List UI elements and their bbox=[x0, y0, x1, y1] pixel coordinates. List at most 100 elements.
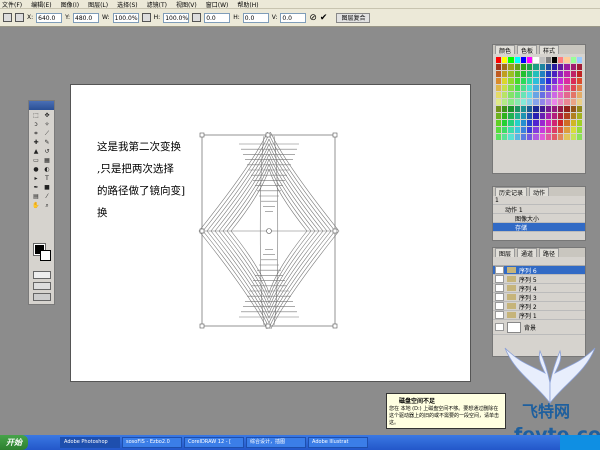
menu-edit[interactable]: 编辑(E) bbox=[31, 0, 51, 9]
color-swatch[interactable] bbox=[502, 113, 508, 119]
color-swatch[interactable] bbox=[570, 113, 576, 119]
color-swatch[interactable] bbox=[551, 113, 558, 119]
color-swatch[interactable] bbox=[576, 57, 582, 63]
reference-point[interactable] bbox=[266, 228, 272, 234]
color-swatch[interactable] bbox=[508, 127, 514, 133]
color-swatch[interactable] bbox=[533, 57, 539, 63]
color-swatch[interactable] bbox=[514, 85, 520, 91]
color-swatch[interactable] bbox=[545, 92, 551, 98]
color-swatch[interactable] bbox=[508, 71, 514, 77]
color-swatch[interactable] bbox=[502, 92, 508, 98]
color-swatch[interactable] bbox=[576, 120, 582, 126]
color-swatch[interactable] bbox=[520, 85, 527, 91]
notes-tool-icon[interactable]: ▤ bbox=[31, 193, 41, 201]
color-swatch[interactable] bbox=[520, 120, 527, 126]
color-swatch[interactable] bbox=[558, 78, 564, 84]
transform-path-artwork[interactable] bbox=[197, 132, 342, 329]
color-swatch[interactable] bbox=[576, 113, 582, 119]
color-swatch[interactable] bbox=[551, 106, 558, 112]
taskbar-item[interactable]: CorelDRAW 12 - [ bbox=[184, 437, 244, 448]
color-swatch[interactable] bbox=[545, 85, 551, 91]
color-swatch[interactable] bbox=[533, 71, 539, 77]
color-swatch[interactable] bbox=[502, 106, 508, 112]
color-swatch[interactable] bbox=[545, 64, 551, 70]
color-swatch[interactable] bbox=[520, 78, 527, 84]
layer-row[interactable]: 序列 3 bbox=[493, 293, 585, 302]
color-swatch[interactable] bbox=[564, 134, 570, 140]
tab-color[interactable]: 颜色 bbox=[495, 45, 516, 55]
color-swatch[interactable] bbox=[564, 120, 570, 126]
eraser-tool-icon[interactable]: ▭ bbox=[31, 157, 41, 165]
color-swatch[interactable] bbox=[558, 106, 564, 112]
color-swatch[interactable] bbox=[508, 57, 514, 63]
action-step-row[interactable]: 存储 bbox=[493, 223, 585, 232]
transform-handle[interactable] bbox=[265, 323, 271, 329]
color-swatch[interactable] bbox=[564, 92, 570, 98]
color-swatch[interactable] bbox=[527, 78, 533, 84]
color-swatch[interactable] bbox=[570, 92, 576, 98]
color-swatch[interactable] bbox=[551, 134, 558, 140]
color-swatch[interactable] bbox=[564, 78, 570, 84]
disk-space-balloon[interactable]: 磁盘空间不足 您在 本地 (D:) 上磁盘空间不够。要想通过删除在这个驱动器上的… bbox=[386, 393, 506, 429]
color-swatch[interactable] bbox=[502, 64, 508, 70]
color-swatch[interactable] bbox=[570, 64, 576, 70]
color-swatch[interactable] bbox=[508, 106, 514, 112]
color-swatch[interactable] bbox=[514, 57, 520, 63]
jump-to-imageready-icon[interactable] bbox=[33, 293, 51, 301]
transform-handle[interactable] bbox=[199, 323, 205, 329]
menu-help[interactable]: 帮助(H) bbox=[237, 0, 258, 9]
background-layer-row[interactable]: 背景 bbox=[493, 320, 585, 335]
color-swatch[interactable] bbox=[576, 127, 582, 133]
color-swatch[interactable] bbox=[576, 92, 582, 98]
color-swatch[interactable] bbox=[533, 64, 539, 70]
color-swatch[interactable] bbox=[514, 120, 520, 126]
color-swatch[interactable] bbox=[496, 57, 502, 63]
color-swatch[interactable] bbox=[496, 134, 502, 140]
color-swatch[interactable] bbox=[570, 120, 576, 126]
color-swatch[interactable] bbox=[514, 134, 520, 140]
color-swatch[interactable] bbox=[558, 92, 564, 98]
blur-tool-icon[interactable]: ● bbox=[31, 166, 41, 174]
color-swatch[interactable] bbox=[564, 85, 570, 91]
visibility-icon[interactable] bbox=[495, 293, 504, 301]
color-swatch[interactable] bbox=[527, 106, 533, 112]
transform-handle[interactable] bbox=[199, 228, 205, 234]
color-swatch[interactable] bbox=[539, 92, 545, 98]
color-swatch[interactable] bbox=[539, 113, 545, 119]
color-swatch[interactable] bbox=[496, 99, 502, 105]
color-swatch[interactable] bbox=[514, 106, 520, 112]
history-brush-icon[interactable]: ↺ bbox=[42, 148, 52, 156]
color-swatch[interactable] bbox=[527, 99, 533, 105]
quick-mask-icon[interactable] bbox=[33, 271, 51, 279]
color-swatch[interactable] bbox=[496, 92, 502, 98]
color-swatch[interactable] bbox=[527, 127, 533, 133]
hand-tool-icon[interactable]: ✋ bbox=[31, 202, 41, 210]
color-swatch[interactable] bbox=[527, 134, 533, 140]
color-swatch[interactable] bbox=[576, 106, 582, 112]
tab-styles[interactable]: 样式 bbox=[539, 45, 560, 55]
color-swatch[interactable] bbox=[533, 106, 539, 112]
menu-select[interactable]: 选择(S) bbox=[117, 0, 138, 9]
layer-row[interactable]: 序列 2 bbox=[493, 302, 585, 311]
visibility-icon[interactable] bbox=[495, 284, 504, 292]
color-swatch[interactable] bbox=[527, 85, 533, 91]
color-swatch[interactable] bbox=[545, 71, 551, 77]
color-swatch[interactable] bbox=[558, 99, 564, 105]
color-swatch[interactable] bbox=[558, 71, 564, 77]
color-swatch[interactable] bbox=[508, 99, 514, 105]
color-swatch[interactable] bbox=[570, 127, 576, 133]
color-swatch[interactable] bbox=[496, 127, 502, 133]
color-swatch[interactable] bbox=[508, 113, 514, 119]
color-swatch[interactable] bbox=[502, 134, 508, 140]
color-swatch[interactable] bbox=[508, 85, 514, 91]
color-swatch[interactable] bbox=[576, 71, 582, 77]
color-swatch[interactable] bbox=[533, 127, 539, 133]
color-swatch[interactable] bbox=[533, 134, 539, 140]
path-select-icon[interactable]: ▸ bbox=[31, 175, 41, 183]
layer-row[interactable]: 序列 5 bbox=[493, 275, 585, 284]
color-swatch[interactable] bbox=[527, 57, 533, 63]
y-input[interactable]: 480.0 像 bbox=[73, 12, 100, 23]
visibility-icon[interactable] bbox=[495, 323, 504, 331]
crop-tool-icon[interactable]: ⌗ bbox=[31, 130, 41, 138]
color-swatch[interactable] bbox=[496, 85, 502, 91]
